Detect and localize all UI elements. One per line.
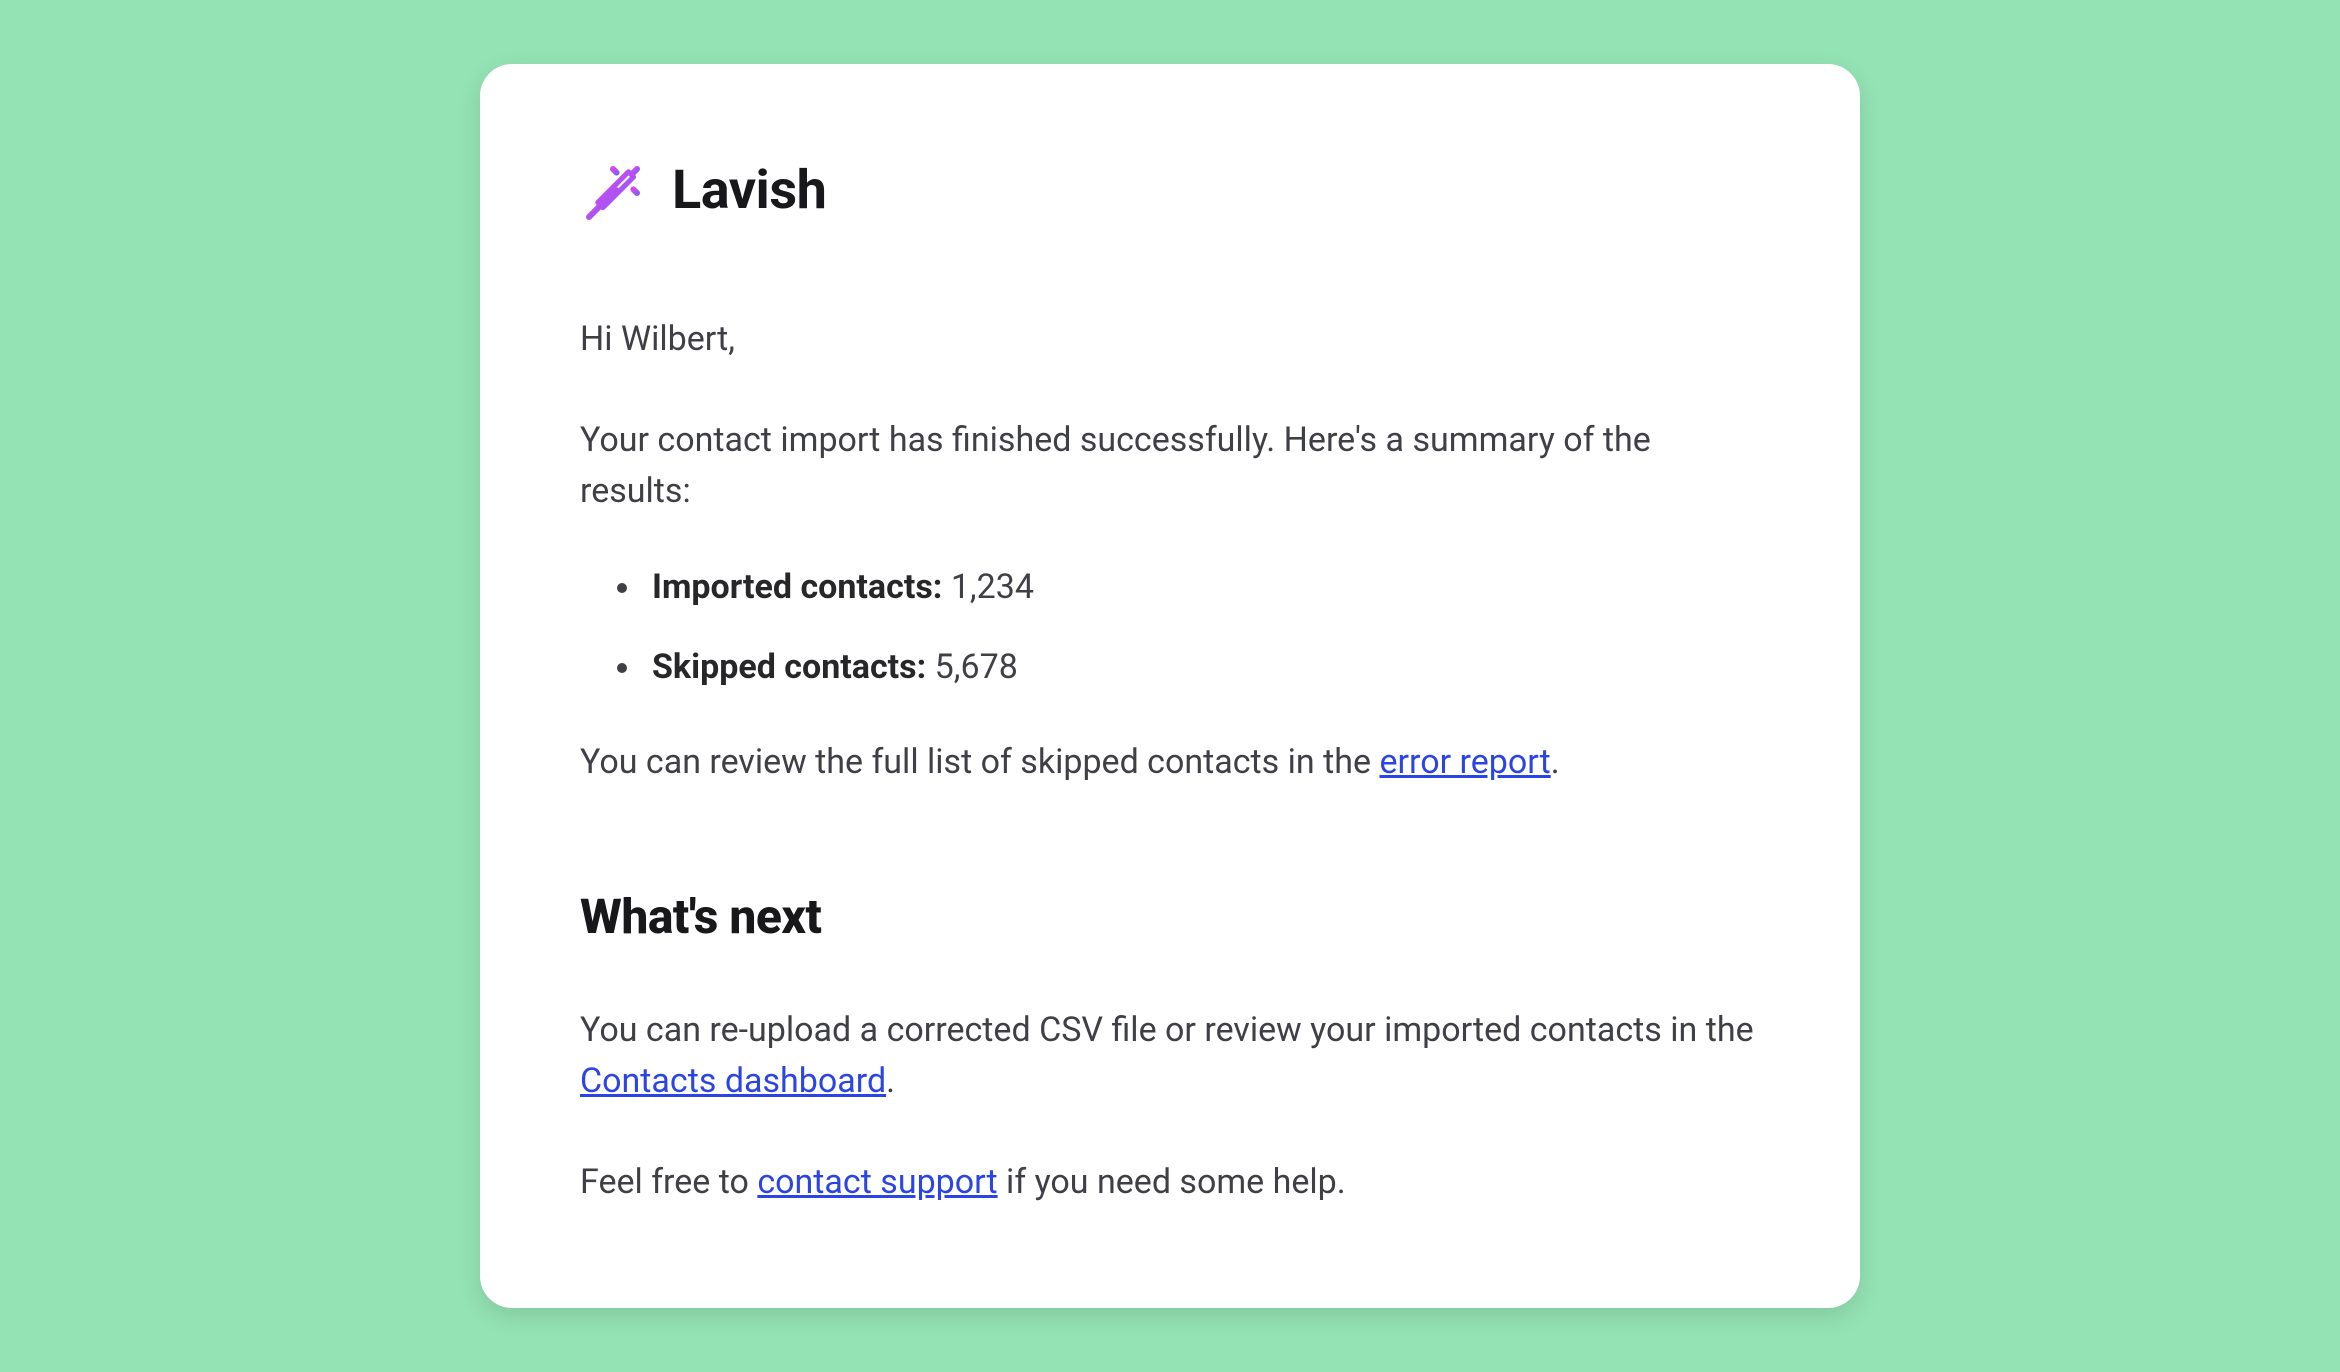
next-p1-before: You can re-upload a corrected CSV file o… — [580, 1010, 1754, 1050]
brand-name: Lavish — [672, 159, 826, 222]
imported-value: 1,234 — [951, 567, 1034, 607]
next-p2-after: if you need some help. — [998, 1162, 1346, 1202]
greeting-text: Hi Wilbert, — [580, 314, 1760, 365]
logo-row: Lavish — [580, 154, 1760, 226]
email-card: Lavish Hi Wilbert, Your contact import h… — [480, 64, 1860, 1308]
next-p1-after: . — [886, 1061, 895, 1101]
next-paragraph-2: Feel free to contact support if you need… — [580, 1157, 1760, 1208]
skipped-label: Skipped contacts: — [652, 647, 926, 687]
contact-support-link[interactable]: contact support — [757, 1162, 997, 1202]
error-report-link[interactable]: error report — [1379, 742, 1550, 782]
contacts-dashboard-link[interactable]: Contacts dashboard — [580, 1061, 886, 1101]
skipped-value: 5,678 — [935, 647, 1018, 687]
list-item: Imported contacts: 1,234 — [644, 567, 1760, 607]
intro-text: Your contact import has finished success… — [580, 415, 1760, 517]
review-before: You can review the full list of skipped … — [580, 742, 1379, 782]
wand-sparkles-icon — [580, 154, 652, 226]
list-item: Skipped contacts: 5,678 — [644, 647, 1760, 687]
next-paragraph-1: You can re-upload a corrected CSV file o… — [580, 1005, 1760, 1107]
review-after: . — [1551, 742, 1560, 782]
whats-next-heading: What's next — [580, 888, 1760, 945]
review-paragraph: You can review the full list of skipped … — [580, 737, 1760, 788]
imported-label: Imported contacts: — [652, 567, 942, 607]
next-p2-before: Feel free to — [580, 1162, 757, 1202]
stats-list: Imported contacts: 1,234 Skipped contact… — [580, 567, 1760, 687]
